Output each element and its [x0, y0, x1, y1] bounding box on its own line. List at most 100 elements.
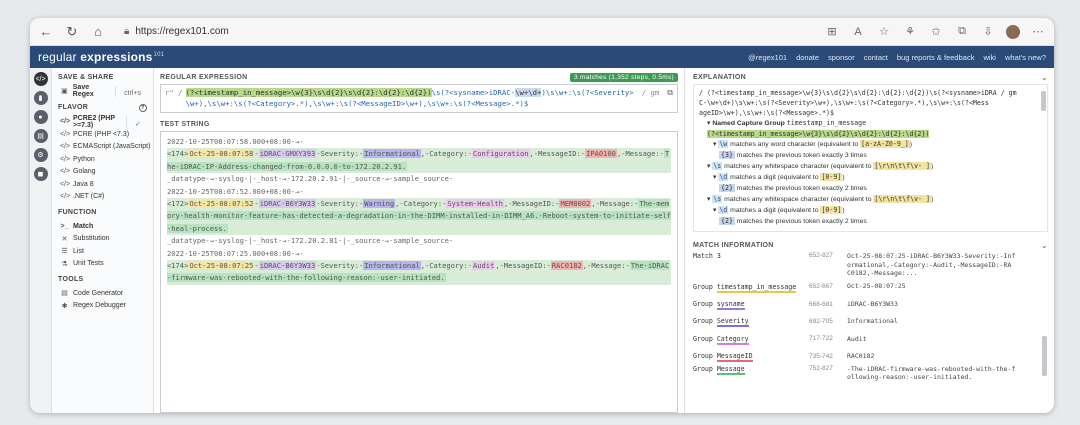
match-text: ,-Message:- — [591, 199, 639, 209]
match-value-line: Oct-25-08:07:25-iDRAC-B6Y3W33-Severity:-… — [847, 252, 1016, 260]
header-link-twitter[interactable]: @regex101 — [748, 53, 787, 62]
flavor-python[interactable]: </> Python — [58, 153, 153, 166]
group-highlight-sev: Warning — [363, 199, 396, 209]
icon-rail: </> ▮ ● ▤ ⚙ ◼ — [30, 68, 52, 413]
home-icon[interactable]: ⌂ — [90, 24, 106, 39]
group-name-cell: Group sysname — [693, 300, 745, 311]
chevron-down-icon[interactable]: ⌄ — [1041, 73, 1048, 82]
header-link-whats-new[interactable]: what's new? — [1005, 53, 1046, 62]
chat-icon[interactable]: ◼ — [33, 167, 48, 181]
save-regex-button[interactable]: ▣ Save Regex ctrl+s — [58, 84, 153, 98]
group-range: 692-705 — [809, 317, 833, 325]
extension-icon[interactable]: ⚘ — [902, 25, 918, 38]
explanation-item: ▾ \d matches a digit (equivalent to [0-9… — [713, 173, 845, 181]
function-list[interactable]: ☰ List — [58, 245, 153, 258]
regex-text[interactable]: (?<timestamp_in_message>\w{3}\s\d{2}\s\d… — [185, 87, 636, 110]
char-class: [\r\n\t\f\v- ] — [873, 162, 931, 170]
scrollbar[interactable] — [1042, 336, 1047, 376]
group-value: Oct-25-08:07:25 — [847, 282, 1048, 291]
tool-regex-debugger[interactable]: ✱ Regex Debugger — [58, 300, 153, 313]
back-icon[interactable]: ← — [38, 24, 54, 39]
header-link-wiki[interactable]: wiki — [983, 53, 996, 62]
match-text: -Severity:- — [316, 199, 364, 209]
more-icon[interactable]: ⋯ — [1030, 25, 1046, 38]
header-link-donate[interactable]: donate — [796, 53, 819, 62]
group-name: Severity — [716, 317, 749, 328]
named-group-title[interactable]: ▾ Named Capture Group timestamp_in_messa… — [699, 118, 1042, 129]
flavor-pcre[interactable]: </> PCRE (PHP <7.3) — [58, 128, 153, 141]
match-text: <174> — [167, 261, 189, 271]
site-logo[interactable]: regular expressions101 — [38, 50, 164, 64]
token: \d — [718, 173, 729, 181]
regex-input[interactable]: r" / (?<timestamp_in_message>\w{3}\s\d{2… — [160, 84, 678, 113]
group-range: 652-667 — [809, 283, 833, 291]
match-value: Oct-25-08:07:25-iDRAC-B6Y3W33-Severity:-… — [847, 252, 1048, 278]
bug-icon: ✱ — [61, 302, 68, 310]
group-value-line: ollowing-reason:-user-initiated. — [847, 373, 973, 382]
match-text: -Severity:- — [316, 261, 364, 271]
flavor-label: ECMAScript (JavaScript) — [73, 143, 151, 151]
match-text: ,-Category:- — [420, 149, 472, 159]
test-line: 2022-10-25T08:07:58.000+08:00-→- — [167, 137, 304, 146]
token: {2} — [719, 184, 735, 192]
flavor-java[interactable]: </> Java 8 — [58, 178, 153, 191]
explanation-regex: / (?<timestamp_in_message>\w{3}\s\d{2}\s… — [699, 88, 1042, 118]
flavor-golang[interactable]: </> Golang — [58, 166, 153, 179]
flavor-ecmascript[interactable]: </> ECMAScript (JavaScript) — [58, 141, 153, 154]
collections-icon[interactable]: ⧉ — [954, 25, 970, 38]
url-text[interactable]: https://regex101.com — [135, 26, 228, 37]
explanation-label: EXPLANATION — [693, 73, 746, 81]
reload-icon[interactable]: ↻ — [64, 24, 80, 40]
group-highlight-sev: Informational — [363, 261, 421, 271]
header-link-contact[interactable]: contact — [864, 53, 888, 62]
tool-code-generator[interactable]: ▤ Code Generator — [58, 287, 153, 300]
group-value: RAC0182 — [847, 352, 1048, 361]
favorite-icon[interactable]: ☆ — [876, 25, 892, 38]
code-icon[interactable]: </> — [33, 72, 48, 86]
read-aloud-icon[interactable]: A — [850, 26, 866, 38]
explanation-text: matches any whitespace character (equiva… — [722, 196, 874, 203]
char-class: [\r\n\t\f\v- ] — [873, 195, 931, 203]
help-icon[interactable]: ? — [139, 103, 147, 112]
regex-heading: REGULAR EXPRESSION 3 matches (1,352 steps… — [160, 72, 678, 82]
group-name: Category — [716, 334, 749, 345]
header-link-bugs[interactable]: bug reports & feedback — [897, 53, 975, 62]
favorites-icon[interactable]: ✩ — [928, 25, 944, 38]
match-text: ,-MessageID:- — [495, 261, 551, 271]
function-unit-tests[interactable]: ⚗ Unit Tests — [58, 258, 153, 271]
group-value: iDRAC-B6Y3W33 — [847, 300, 1048, 309]
settings-icon[interactable]: ⚙ — [33, 148, 48, 162]
match-label: Match 3 — [693, 252, 721, 260]
scrollbar[interactable] — [1041, 91, 1046, 111]
group-highlight-sys: iDRAC-B6Y3W33 — [258, 261, 317, 271]
header-link-sponsor[interactable]: sponsor — [828, 53, 855, 62]
code-icon: </> — [60, 168, 71, 176]
user-icon[interactable]: ● — [33, 110, 48, 124]
test-line: 2022-10-25T08:07:25.000+08:00-→- — [167, 248, 304, 258]
table-row: Group Category 717-722 Audit — [693, 330, 1048, 347]
save-icon: ▣ — [61, 88, 68, 96]
explanation-text: matches the previous token exactly 2 tim… — [734, 185, 867, 192]
library-icon[interactable]: ▤ — [33, 129, 48, 143]
char-class: [a-zA-Z0-9_] — [860, 140, 910, 148]
downloads-icon[interactable]: ⇩ — [980, 25, 996, 38]
chevron-down-icon[interactable]: ⌄ — [1041, 241, 1048, 250]
grid-icon[interactable]: ⊞ — [824, 25, 840, 38]
group-name-cell: Group Message — [693, 364, 745, 375]
group-value: Audit — [847, 335, 1048, 344]
group-name: Message — [716, 364, 745, 375]
copy-icon[interactable]: ⧉ — [667, 87, 673, 110]
group-value-line: Audit — [847, 334, 867, 343]
match-value-line: ormational,-Category:-Audit,-MessageID:-… — [847, 260, 1012, 269]
profile-avatar[interactable] — [1006, 24, 1020, 39]
explanation-item: {2} matches the previous token exactly 2… — [699, 183, 1042, 194]
function-substitution[interactable]: ✕ Substitution — [58, 233, 153, 246]
flask-icon: ⚗ — [61, 260, 68, 268]
flavor-pcre2[interactable]: </> PCRE2 (PHP >=7.3) ✓ — [58, 115, 153, 129]
flavor-dotnet[interactable]: </> .NET (C#) — [58, 191, 153, 204]
stats-icon[interactable]: ▮ — [33, 91, 48, 105]
function-match[interactable]: >_ Match — [58, 220, 153, 233]
regex-flags[interactable]: / gm — [642, 87, 660, 110]
address-bar[interactable]: 🔒︎ https://regex101.com — [124, 26, 229, 37]
test-string-editor[interactable]: 2022-10-25T08:07:58.000+08:00-→- <174>Oct… — [160, 131, 678, 413]
